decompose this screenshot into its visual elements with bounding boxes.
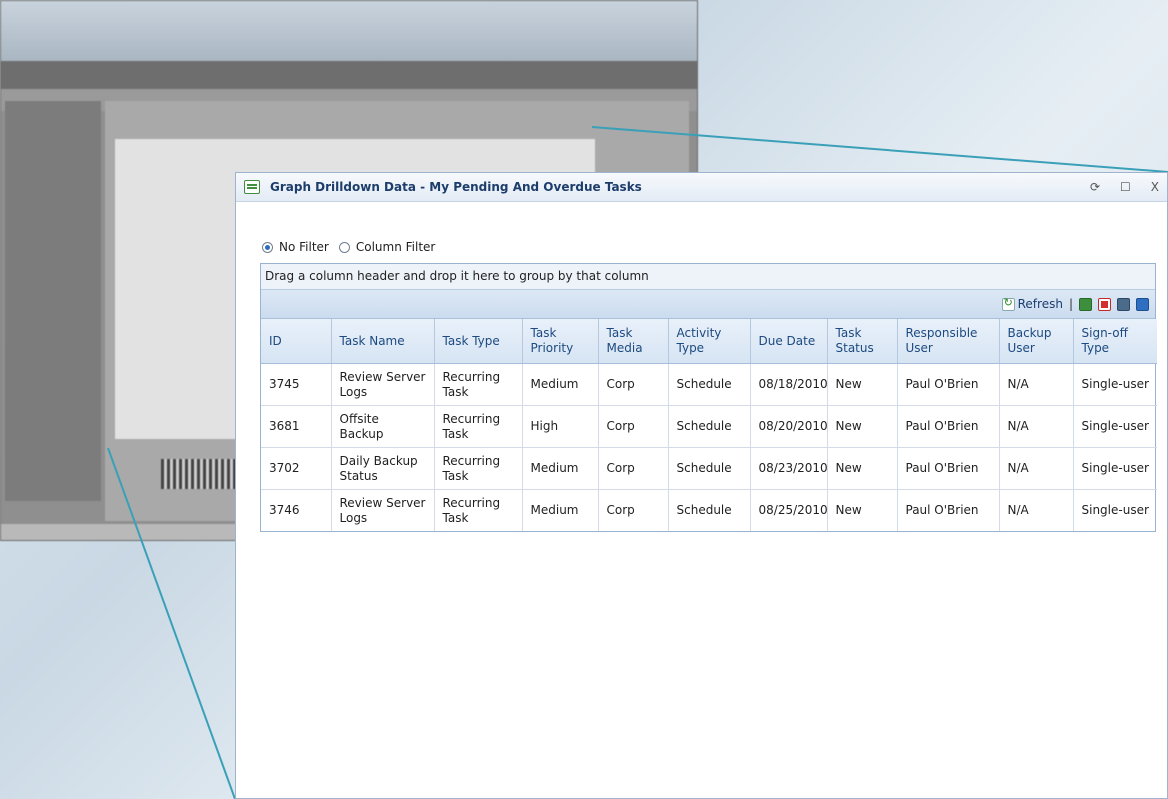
cell-task-name: Offsite Backup bbox=[331, 405, 435, 448]
cell-backup-user: N/A bbox=[999, 489, 1074, 531]
cell-task-status: New bbox=[827, 489, 898, 531]
cell-task-name: Review Server Logs bbox=[331, 489, 435, 531]
cell-task-media: Corp bbox=[598, 447, 669, 490]
cell-task-status: New bbox=[827, 405, 898, 448]
cell-sign-off-type: Single-user bbox=[1073, 363, 1157, 406]
column-header-sign-off-type[interactable]: Sign-off Type bbox=[1073, 319, 1157, 364]
table-row[interactable]: 3681 Offsite Backup Recurring Task High … bbox=[261, 405, 1157, 448]
connector-line-bottom bbox=[107, 447, 236, 799]
close-icon[interactable]: X bbox=[1151, 180, 1159, 194]
maximize-icon[interactable]: ☐ bbox=[1120, 180, 1131, 194]
cell-due-date: 08/25/2010 bbox=[750, 489, 828, 531]
cell-task-priority: Medium bbox=[522, 489, 599, 531]
cell-task-status: New bbox=[827, 363, 898, 406]
connector-line-top bbox=[591, 126, 1168, 173]
column-header-due-date[interactable]: Due Date bbox=[750, 319, 828, 364]
cell-activity-type: Schedule bbox=[668, 489, 751, 531]
cell-task-type: Recurring Task bbox=[434, 405, 523, 448]
export-word-icon[interactable] bbox=[1136, 297, 1149, 311]
cell-due-date: 08/18/2010 bbox=[750, 363, 828, 406]
cell-sign-off-type: Single-user bbox=[1073, 405, 1157, 448]
filter-options: No Filter Column Filter bbox=[262, 240, 435, 254]
cell-task-priority: High bbox=[522, 405, 599, 448]
no-filter-label[interactable]: No Filter bbox=[279, 240, 329, 254]
cell-task-priority: Medium bbox=[522, 447, 599, 490]
cell-id: 3681 bbox=[261, 405, 332, 448]
cell-sign-off-type: Single-user bbox=[1081, 503, 1149, 517]
column-header-backup-user[interactable]: Backup User bbox=[999, 319, 1074, 364]
column-header-task-media[interactable]: Task Media bbox=[598, 319, 669, 364]
cell-backup-user: N/A bbox=[999, 405, 1074, 448]
export-pdf-icon[interactable] bbox=[1098, 297, 1111, 311]
cell-due-date: 08/23/2010 bbox=[750, 447, 828, 490]
cell-id: 3702 bbox=[261, 447, 332, 490]
cell-task-type: Recurring Task bbox=[434, 363, 523, 406]
cell-due-date: 08/20/2010 bbox=[750, 405, 828, 448]
panel-titlebar: Graph Drilldown Data - My Pending And Ov… bbox=[236, 173, 1167, 202]
refresh-icon bbox=[1001, 296, 1015, 311]
cell-backup-user: N/A bbox=[999, 363, 1074, 406]
drilldown-panel: Graph Drilldown Data - My Pending And Ov… bbox=[235, 172, 1168, 799]
refresh-button[interactable]: Refresh bbox=[1001, 296, 1063, 311]
cell-backup-user: N/A bbox=[999, 447, 1074, 490]
column-header-activity-type[interactable]: Activity Type bbox=[668, 319, 751, 364]
cell-task-priority: Medium bbox=[522, 363, 599, 406]
column-filter-label[interactable]: Column Filter bbox=[356, 240, 436, 254]
cell-responsible-user: Paul O'Brien bbox=[897, 363, 1000, 406]
cell-id: 3745 bbox=[261, 363, 332, 406]
cell-id: 3746 bbox=[261, 489, 332, 531]
no-filter-radio[interactable] bbox=[262, 241, 273, 253]
column-header-task-name[interactable]: Task Name bbox=[331, 319, 435, 364]
column-filter-radio[interactable] bbox=[338, 241, 350, 253]
export-excel-icon[interactable] bbox=[1079, 297, 1092, 311]
table-row[interactable]: 3702 Daily Backup Status Recurring Task … bbox=[261, 447, 1157, 490]
grid-window-icon bbox=[244, 180, 260, 194]
cell-task-media: Corp bbox=[598, 363, 669, 406]
panel-title: Graph Drilldown Data - My Pending And Ov… bbox=[270, 180, 642, 194]
table-row[interactable]: 3745 Review Server Logs Recurring Task M… bbox=[261, 363, 1157, 406]
column-header-task-status[interactable]: Task Status bbox=[827, 319, 898, 364]
group-by-drop-zone[interactable]: Drag a column header and drop it here to… bbox=[261, 264, 1155, 290]
cell-activity-type: Schedule bbox=[668, 447, 751, 490]
tasks-table: ID Task Name Task Type Task Priority Tas… bbox=[261, 319, 1157, 531]
cell-responsible-user: Paul O'Brien bbox=[897, 405, 1000, 448]
reload-icon[interactable]: ⟳ bbox=[1090, 180, 1100, 194]
column-header-id[interactable]: ID bbox=[261, 319, 332, 364]
cell-task-media: Corp bbox=[598, 405, 669, 448]
cell-responsible-user: Paul O'Brien bbox=[897, 447, 1000, 490]
column-header-responsible-user[interactable]: Responsible User bbox=[897, 319, 1000, 364]
column-header-task-priority[interactable]: Task Priority bbox=[522, 319, 599, 364]
column-header-task-type[interactable]: Task Type bbox=[434, 319, 523, 364]
cell-activity-type: Schedule bbox=[668, 405, 751, 448]
window-controls: ⟳ ☐ X bbox=[1090, 180, 1159, 194]
cell-activity-type: Schedule bbox=[668, 363, 751, 406]
toolbar-separator: | bbox=[1068, 297, 1073, 311]
cell-task-media: Corp bbox=[598, 489, 669, 531]
cell-responsible-user: Paul O'Brien bbox=[897, 489, 1000, 531]
cell-sign-off-type: Single-user bbox=[1073, 447, 1157, 490]
cell-task-name: Daily Backup Status bbox=[331, 447, 435, 490]
refresh-label: Refresh bbox=[1017, 297, 1063, 311]
tasks-grid: Drag a column header and drop it here to… bbox=[260, 263, 1157, 532]
table-row[interactable]: 3746 Review Server Logs Recurring Task M… bbox=[261, 489, 1157, 531]
cell-task-name: Review Server Logs bbox=[331, 363, 435, 406]
export-csv-icon[interactable] bbox=[1117, 297, 1130, 311]
cell-task-status: New bbox=[827, 447, 898, 490]
header-row: ID Task Name Task Type Task Priority Tas… bbox=[261, 319, 1157, 364]
cell-task-type: Recurring Task bbox=[434, 447, 523, 490]
cell-task-type: Recurring Task bbox=[434, 489, 523, 531]
grid-toolbar: Refresh | bbox=[261, 290, 1155, 319]
